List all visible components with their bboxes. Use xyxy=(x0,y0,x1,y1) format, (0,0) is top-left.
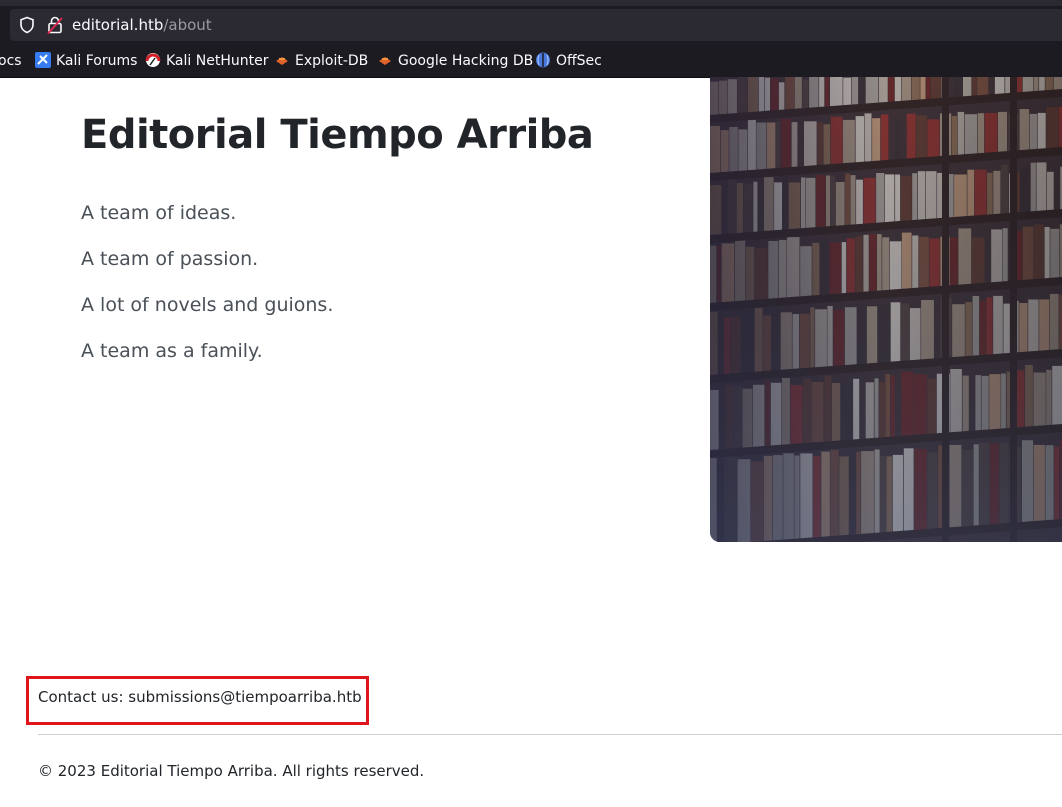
bookmark-label: Kali Forums xyxy=(56,53,138,69)
page-title: Editorial Tiempo Arriba xyxy=(81,112,594,158)
shield-icon[interactable] xyxy=(18,16,36,34)
bookmark-google-hacking-db[interactable]: Google Hacking DB xyxy=(377,52,533,70)
url-text[interactable]: editorial.htb/about xyxy=(72,15,212,35)
bookmark-exploit-db[interactable]: Exploit-DB xyxy=(274,52,368,70)
kali-forums-icon xyxy=(35,52,51,68)
bookmark-label: Google Hacking DB xyxy=(398,53,534,69)
tagline-family: A team as a family. xyxy=(81,340,263,362)
exploit-db-icon xyxy=(276,57,288,65)
bookmark-label: OffSec xyxy=(556,53,602,69)
bookshelf-image xyxy=(710,77,1062,542)
bookmark-label: Kali NetHunter xyxy=(166,53,269,69)
footer-divider xyxy=(38,734,1062,735)
bookmark-kali-forums[interactable]: Kali Forums xyxy=(35,52,137,70)
bookmarks-toolbar: ocs Kali Forums Kali NetHunter Exploit-D… xyxy=(0,45,1062,78)
url-host: editorial.htb xyxy=(72,16,164,34)
tagline-ideas: A team of ideas. xyxy=(81,202,237,224)
tagline-novels: A lot of novels and guions. xyxy=(81,294,334,316)
bookshelf-photo xyxy=(710,77,1062,542)
tab-strip-edge xyxy=(0,0,1062,6)
offsec-icon xyxy=(536,52,550,68)
bookmark-docs[interactable]: ocs xyxy=(0,52,22,70)
tagline-passion: A team of passion. xyxy=(81,248,259,270)
bookmark-kali-nethunter[interactable]: Kali NetHunter xyxy=(145,52,268,70)
contact-email: Contact us: submissions@tiempoarriba.htb xyxy=(38,688,362,706)
url-path: /about xyxy=(163,16,212,34)
bookmark-label: Exploit-DB xyxy=(295,53,369,69)
insecure-lock-icon[interactable] xyxy=(46,15,64,35)
address-bar[interactable]: editorial.htb/about xyxy=(10,9,1062,41)
google-hacking-db-icon xyxy=(379,57,391,65)
footer-copyright: © 2023 Editorial Tiempo Arriba. All righ… xyxy=(38,762,425,780)
browser-toolbar: editorial.htb/about xyxy=(0,0,1062,45)
bookmark-label: ocs xyxy=(0,53,22,69)
kali-nethunter-icon xyxy=(145,53,161,67)
bookmark-offsec[interactable]: OffSec xyxy=(535,52,602,70)
